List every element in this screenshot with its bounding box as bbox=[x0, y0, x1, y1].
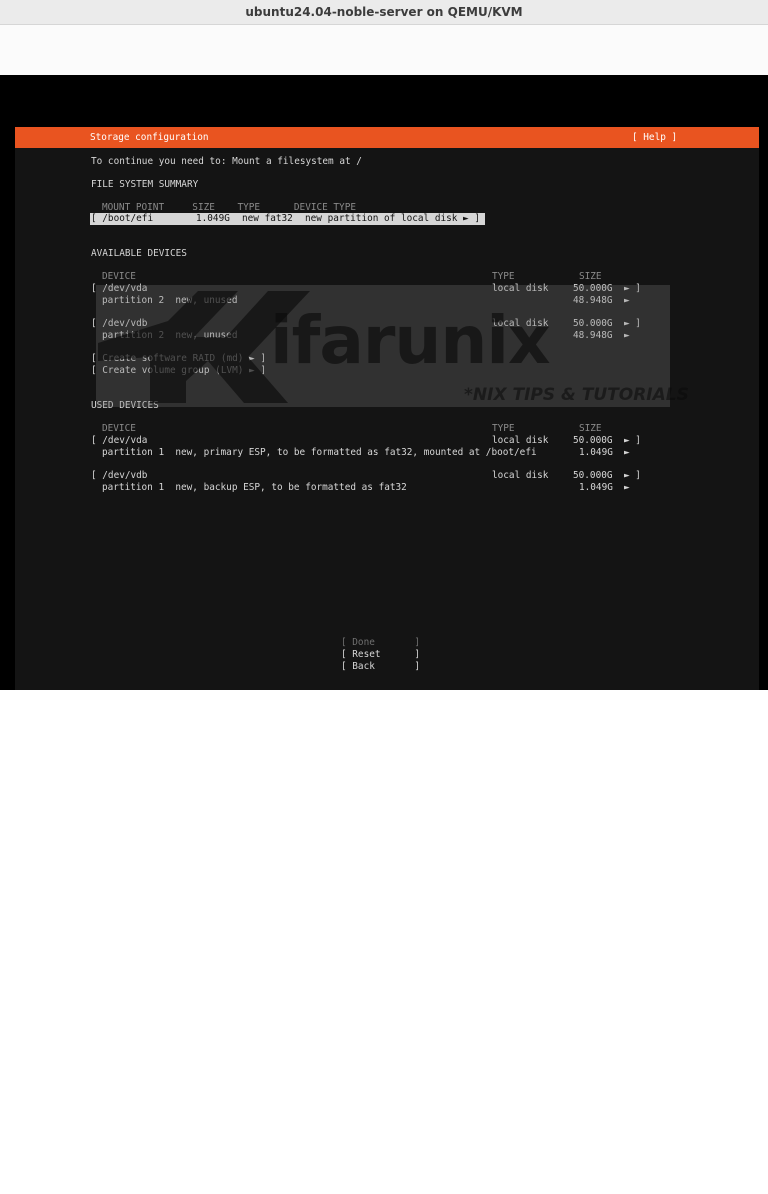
partition-size: 1.049G bbox=[579, 482, 613, 493]
device-name: [ /dev/vdb bbox=[91, 470, 148, 481]
device-size: 50.000G bbox=[573, 470, 613, 481]
device-size: 50.000G bbox=[573, 283, 613, 294]
used-col-device: DEVICE bbox=[102, 423, 136, 434]
partition-size: 48.948G bbox=[573, 330, 613, 341]
window-title: ubuntu24.04-noble-server on QEMU/KVM bbox=[245, 5, 523, 19]
partition-desc: partition 2 new, unused bbox=[102, 330, 238, 341]
device-type: local disk bbox=[492, 283, 549, 294]
used-col-size: SIZE bbox=[579, 423, 602, 434]
available-col-device: DEVICE bbox=[102, 271, 136, 282]
used-col-type: TYPE bbox=[492, 423, 515, 434]
window-titlebar: ubuntu24.04-noble-server on QEMU/KVM bbox=[0, 0, 768, 25]
mount-point: [ /boot/efi bbox=[91, 213, 154, 224]
status-message: To continue you need to: Mount a filesys… bbox=[91, 156, 362, 167]
device-name: [ /dev/vdb bbox=[91, 318, 148, 329]
used-device-vda[interactable]: [ /dev/vda local disk 50.000G ► ] bbox=[15, 435, 759, 858]
available-devices-heading: AVAILABLE DEVICES bbox=[91, 248, 187, 259]
partition-menu-arrow: ► bbox=[624, 482, 630, 493]
used-partition-vdb-1[interactable]: partition 1 new, backup ESP, to be forma… bbox=[15, 482, 759, 1124]
device-name: [ /dev/vda bbox=[91, 283, 148, 294]
available-device-vdb[interactable]: [ /dev/vdb local disk 50.000G ► ] bbox=[15, 318, 759, 580]
device-name: [ /dev/vda bbox=[91, 435, 148, 446]
fs-size: 1.049G bbox=[196, 213, 230, 224]
partition-menu-arrow: ► bbox=[624, 330, 630, 341]
device-menu-arrow: ► ] bbox=[624, 435, 641, 446]
header-bar: Storage configuration [ Help ] bbox=[15, 127, 759, 148]
fs-summary-heading: FILE SYSTEM SUMMARY bbox=[91, 179, 199, 190]
back-button[interactable]: [ Back ] bbox=[341, 661, 420, 673]
done-button[interactable]: [ Done ] bbox=[341, 637, 420, 649]
fs-summary-columns: MOUNT POINT SIZE TYPE DEVICE TYPE bbox=[102, 202, 356, 213]
device-size: 50.000G bbox=[573, 435, 613, 446]
fs-device-type: new partition of local disk ► ] bbox=[305, 213, 480, 224]
device-menu-arrow: ► ] bbox=[624, 318, 641, 329]
partition-menu-arrow: ► bbox=[624, 295, 630, 306]
help-button[interactable]: [ Help ] bbox=[632, 132, 677, 144]
used-devices-heading: USED DEVICES bbox=[91, 400, 159, 411]
device-menu-arrow: ► ] bbox=[624, 283, 641, 294]
available-col-type: TYPE bbox=[492, 271, 515, 282]
fs-summary-row-boot-efi[interactable]: [ /boot/efi 1.049G new fat32 new partiti… bbox=[90, 213, 485, 225]
create-lvm-button[interactable]: [ Create volume group (LVM) ► ] bbox=[91, 365, 266, 377]
create-raid-button[interactable]: [ Create software RAID (md) ► ] bbox=[91, 353, 266, 365]
partition-desc: partition 1 new, primary ESP, to be form… bbox=[102, 447, 537, 458]
partition-desc: partition 2 new, unused bbox=[102, 295, 238, 306]
device-type: local disk bbox=[492, 435, 549, 446]
used-partition-vda-1[interactable]: partition 1 new, primary ESP, to be form… bbox=[15, 447, 759, 939]
partition-size: 1.049G bbox=[579, 447, 613, 458]
available-col-size: SIZE bbox=[579, 271, 602, 282]
installer-terminal: Storage configuration [ Help ] To contin… bbox=[15, 127, 759, 690]
reset-button[interactable]: [ Reset ] bbox=[341, 649, 420, 661]
vm-screen[interactable]: Storage configuration [ Help ] To contin… bbox=[0, 75, 768, 690]
used-device-vdb[interactable]: [ /dev/vdb local disk 50.000G ► ] bbox=[15, 470, 759, 1043]
viewer-toolbar bbox=[0, 25, 768, 75]
fs-type: new fat32 bbox=[242, 213, 293, 224]
partition-desc: partition 1 new, backup ESP, to be forma… bbox=[102, 482, 407, 493]
device-size: 50.000G bbox=[573, 318, 613, 329]
device-type: local disk bbox=[492, 470, 549, 481]
page-title: Storage configuration bbox=[90, 132, 209, 143]
partition-menu-arrow: ► bbox=[624, 447, 630, 458]
device-menu-arrow: ► ] bbox=[624, 470, 641, 481]
device-type: local disk bbox=[492, 318, 549, 329]
partition-size: 48.948G bbox=[573, 295, 613, 306]
